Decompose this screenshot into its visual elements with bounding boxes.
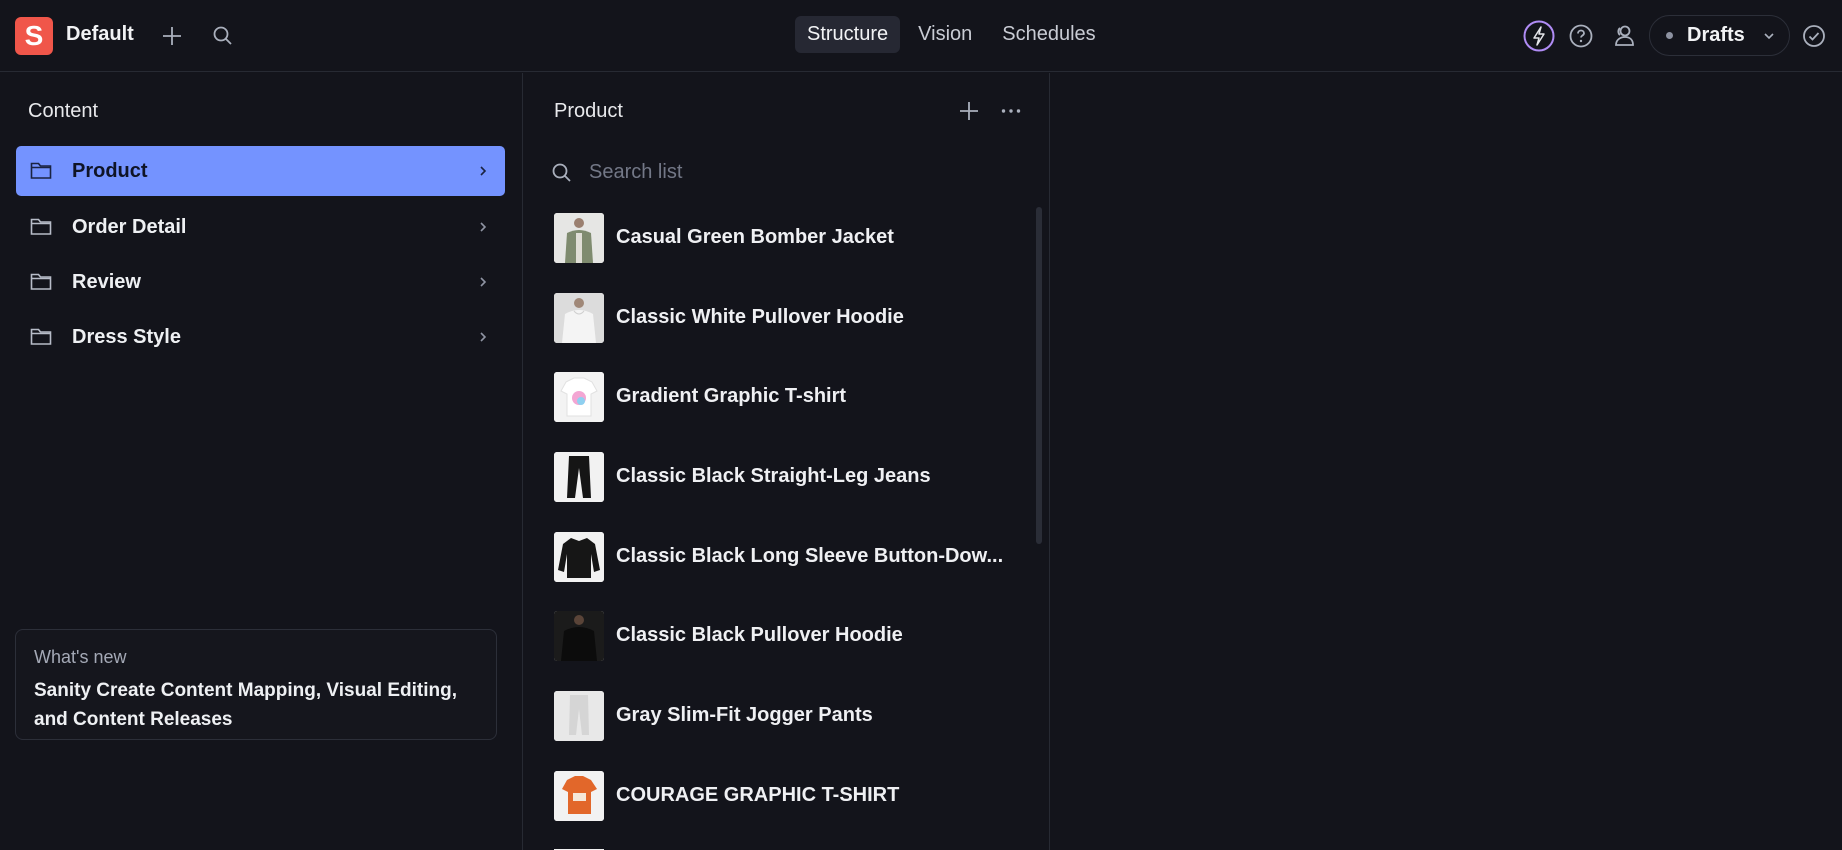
product-thumbnail	[554, 532, 604, 582]
product-name: Classic Black Long Sleeve Button-Dow...	[616, 545, 1004, 567]
search-icon	[551, 162, 573, 189]
sidebar-item-label: Order Detail	[72, 216, 187, 238]
document-pane	[1051, 73, 1842, 850]
tab-structure[interactable]: Structure	[795, 16, 901, 53]
sidebar-item-dress-style[interactable]: Dress Style	[16, 312, 505, 362]
search-placeholder: Search list	[589, 161, 683, 183]
product-thumbnail	[554, 213, 604, 263]
product-thumbnail	[554, 611, 604, 661]
whats-new-card[interactable]: What's new Sanity Create Content Mapping…	[15, 629, 497, 740]
list-item[interactable]: Classic Black Pullover Hoodie	[554, 610, 1024, 662]
folder-icon	[30, 326, 52, 351]
product-thumbnail	[554, 771, 604, 821]
product-name: Classic Black Pullover Hoodie	[616, 624, 903, 646]
product-thumbnail	[554, 452, 604, 502]
lightning-icon[interactable]	[1522, 19, 1556, 53]
users-icon[interactable]	[1607, 19, 1641, 53]
folder-icon	[30, 271, 52, 296]
folder-icon	[30, 216, 52, 241]
chevron-right-icon	[477, 330, 489, 349]
folder-icon	[30, 160, 52, 185]
product-name: Gray Slim-Fit Jogger Pants	[616, 704, 873, 726]
more-options-icon[interactable]	[994, 94, 1028, 128]
sidebar-item-label: Product	[72, 160, 148, 182]
logo-letter: S	[24, 20, 44, 51]
status-dot	[1666, 32, 1673, 39]
perspective-label: Drafts	[1687, 24, 1745, 46]
list-item[interactable]: Casual Green Bomber Jacket	[554, 212, 1024, 264]
product-name: Classic White Pullover Hoodie	[616, 306, 904, 328]
whats-new-body: Sanity Create Content Mapping, Visual Ed…	[34, 680, 457, 730]
list-item[interactable]: Classic Black Straight-Leg Jeans	[554, 451, 1024, 503]
pane-title: Product	[554, 100, 623, 122]
tab-vision[interactable]: Vision	[906, 16, 984, 53]
sidebar-item-product[interactable]: Product	[16, 146, 505, 196]
sidebar-item-order-detail[interactable]: Order Detail	[16, 202, 505, 252]
sidebar-item-label: Dress Style	[72, 326, 181, 348]
product-name: Gradient Graphic T-shirt	[616, 385, 847, 407]
add-document-icon[interactable]	[952, 94, 986, 128]
list-item[interactable]: Classic White Pullover Hoodie	[554, 292, 1024, 344]
product-thumbnail	[554, 372, 604, 422]
help-icon[interactable]	[1564, 19, 1598, 53]
sidebar-item-review[interactable]: Review	[16, 257, 505, 307]
chevron-down-icon	[1761, 28, 1777, 49]
chevron-right-icon	[477, 220, 489, 239]
check-circle-icon[interactable]	[1797, 19, 1831, 53]
sidebar-item-label: Review	[72, 271, 141, 293]
top-navbar: S Default Structure Vision Schedules Dra…	[0, 0, 1842, 72]
product-thumbnail	[554, 691, 604, 741]
scrollbar[interactable]	[1036, 207, 1042, 544]
search-list-input[interactable]: Search list	[551, 153, 1011, 193]
plus-icon[interactable]	[155, 19, 189, 53]
list-item[interactable]: Gradient Graphic T-shirt	[554, 371, 1024, 423]
product-name: COURAGE GRAPHIC T-SHIRT	[616, 784, 900, 806]
product-name: Classic Black Straight-Leg Jeans	[616, 465, 931, 487]
tab-schedules[interactable]: Schedules	[990, 16, 1107, 53]
list-item[interactable]: Gray Slim-Fit Jogger Pants	[554, 690, 1024, 742]
product-thumbnail	[554, 293, 604, 343]
tool-tabs: Structure Vision Schedules	[795, 16, 1108, 53]
whats-new-eyebrow: What's new	[34, 647, 127, 667]
sanity-logo[interactable]: S	[15, 17, 53, 55]
pane-title: Content	[28, 100, 99, 122]
workspace-name[interactable]: Default	[66, 23, 134, 46]
chevron-right-icon	[477, 275, 489, 294]
list-item[interactable]: Classic Black Long Sleeve Button-Dow...	[554, 531, 1024, 583]
search-icon[interactable]	[206, 19, 240, 53]
chevron-right-icon	[477, 164, 489, 183]
product-name: Casual Green Bomber Jacket	[616, 226, 894, 248]
product-list-pane: Product Search list Casual Green Bomber …	[524, 73, 1050, 850]
list-item[interactable]: COURAGE GRAPHIC T-SHIRT	[554, 770, 1024, 822]
content-pane: Content Product Order Detail Review Dres	[0, 73, 523, 850]
perspective-select[interactable]: Drafts	[1649, 15, 1790, 56]
